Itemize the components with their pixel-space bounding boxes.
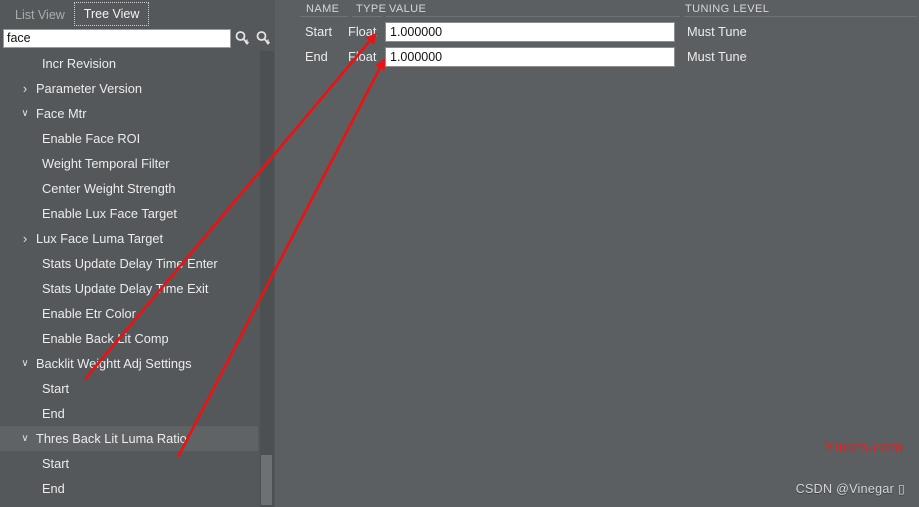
site-watermark: Yuucn.com bbox=[823, 437, 903, 456]
cell-tuning-level: Must Tune bbox=[687, 49, 747, 64]
tree-item-label: Start bbox=[42, 456, 70, 471]
tree-item[interactable]: End bbox=[0, 476, 258, 501]
tree-item-label: Weight Temporal Filter bbox=[42, 156, 170, 171]
tree-item[interactable]: ∨ Backlit Weightt Adj Settings bbox=[0, 351, 258, 376]
parameter-detail-panel: NAME TYPE VALUE TUNING LEVEL Start Float M… bbox=[298, 0, 919, 507]
tree-item-label: Face Mtr bbox=[36, 106, 87, 121]
column-header-name: NAME bbox=[306, 3, 340, 15]
tree-scrollbar-thumb[interactable] bbox=[261, 455, 272, 505]
tree-item[interactable]: Enable Etr Color bbox=[0, 301, 258, 326]
tree-item-label: Enable Lux Face Target bbox=[42, 206, 177, 221]
tab-tree-view[interactable]: Tree View bbox=[73, 2, 150, 26]
grid-header: NAME TYPE VALUE TUNING LEVEL bbox=[298, 0, 919, 18]
tree-item[interactable]: Start bbox=[0, 451, 258, 476]
header-sep-tuning bbox=[684, 16, 917, 17]
tree-item[interactable]: Enable Face ROI bbox=[0, 126, 258, 151]
value-input[interactable] bbox=[385, 47, 675, 67]
tree-item-label: End bbox=[42, 406, 65, 421]
tree-item-label: End bbox=[42, 481, 65, 496]
column-header-value: VALUE bbox=[389, 3, 427, 15]
header-sep-type bbox=[352, 16, 382, 17]
value-input[interactable] bbox=[385, 22, 675, 42]
cell-type: Float bbox=[348, 24, 377, 39]
tree-item[interactable]: › Lux Face Luma Target bbox=[0, 226, 258, 251]
chevron-down-icon[interactable]: ∨ bbox=[18, 351, 32, 376]
chevron-down-icon[interactable]: ∨ bbox=[18, 101, 32, 126]
tree-item[interactable]: ∨ Face Mtr bbox=[0, 101, 258, 126]
tree-item[interactable]: Stats Update Delay Time Exit bbox=[0, 276, 258, 301]
tree-item[interactable]: Enable Back Lit Comp bbox=[0, 326, 258, 351]
cell-name: End bbox=[305, 49, 328, 64]
tree-item-label: Start bbox=[42, 381, 70, 396]
tree-item-label: Incr Revision bbox=[42, 56, 116, 71]
tree-scrollbar-track[interactable] bbox=[260, 51, 274, 507]
tree-item-label: Enable Etr Color bbox=[42, 306, 136, 321]
tree-item-label: Thres Back Lit Luma Ratio bbox=[36, 431, 187, 446]
tree-item[interactable]: Stats Update Delay Time Enter bbox=[0, 251, 258, 276]
chevron-right-icon[interactable]: › bbox=[18, 76, 32, 101]
tree-item[interactable]: › Parameter Version bbox=[0, 76, 258, 101]
tree-item-label: Center Weight Strength bbox=[42, 181, 176, 196]
tree-item-label: Stats Update Delay Time Exit bbox=[42, 281, 209, 296]
tree-item-label: Backlit Weightt Adj Settings bbox=[36, 356, 192, 371]
author-watermark: CSDN @Vinegar ▯ bbox=[795, 482, 905, 496]
cell-tuning-level: Must Tune bbox=[687, 24, 747, 39]
view-tab-strip: List View Tree View bbox=[0, 0, 275, 26]
tree-item[interactable]: ∨ Thres Back Lit Luma Ratio bbox=[0, 426, 258, 451]
chevron-down-icon[interactable]: ∨ bbox=[18, 426, 32, 451]
tree-item-label: Enable Face ROI bbox=[42, 131, 141, 146]
column-header-tuning: TUNING LEVEL bbox=[685, 3, 770, 15]
tree-item-label: Lux Face Luma Target bbox=[36, 231, 164, 246]
tree-item[interactable]: Start bbox=[0, 376, 258, 401]
chevron-right-icon[interactable]: › bbox=[18, 226, 32, 251]
tab-tree-view-label: Tree View bbox=[83, 7, 140, 21]
tree-item-label: Stats Update Delay Time Enter bbox=[42, 256, 218, 271]
tree-view-panel: List View Tree View Incr Revision › Parame… bbox=[0, 0, 275, 507]
search-row bbox=[0, 27, 275, 49]
find-next-icon[interactable] bbox=[254, 28, 273, 48]
grid-row: End Float Must Tune bbox=[298, 44, 919, 69]
tree-item-label: Parameter Version bbox=[36, 81, 142, 96]
column-header-type: TYPE bbox=[356, 3, 387, 15]
tree-item[interactable]: Incr Revision bbox=[0, 51, 258, 76]
tree-item[interactable]: Enable Lux Face Target bbox=[0, 201, 258, 226]
cell-type: Float bbox=[348, 49, 377, 64]
tree-item[interactable]: Weight Temporal Filter bbox=[0, 151, 258, 176]
header-sep-name bbox=[300, 16, 348, 17]
tab-list-view-label: List View bbox=[15, 8, 65, 22]
tab-list-view[interactable]: List View bbox=[6, 4, 74, 26]
tree-item[interactable]: End bbox=[0, 401, 258, 426]
panel-splitter[interactable] bbox=[275, 0, 298, 507]
grid-row: Start Float Must Tune bbox=[298, 19, 919, 44]
find-previous-icon[interactable] bbox=[233, 28, 252, 48]
cell-name: Start bbox=[305, 24, 333, 39]
header-sep-value bbox=[386, 16, 680, 17]
parameter-tree[interactable]: Incr Revision › Parameter Version ∨ Face Mtr… bbox=[0, 51, 258, 507]
search-input[interactable] bbox=[3, 28, 231, 48]
tree-item-label: Enable Back Lit Comp bbox=[42, 331, 169, 346]
tree-item[interactable]: Center Weight Strength bbox=[0, 176, 258, 201]
